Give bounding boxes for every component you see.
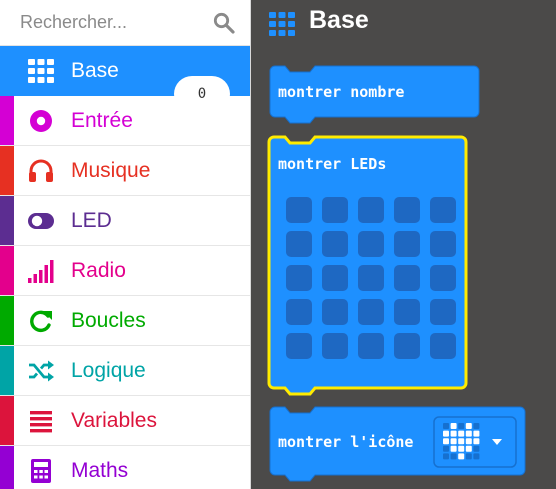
led-cell[interactable] bbox=[358, 299, 384, 325]
led-cell[interactable] bbox=[322, 197, 348, 223]
heart-icon bbox=[443, 423, 480, 460]
led-cell[interactable] bbox=[286, 265, 312, 291]
icon-pixel bbox=[443, 445, 449, 452]
icon-pixel bbox=[450, 430, 457, 437]
led-cell[interactable] bbox=[358, 231, 384, 257]
icon-pixel bbox=[458, 423, 465, 429]
led-cell[interactable] bbox=[430, 265, 456, 291]
led-cell[interactable] bbox=[322, 333, 348, 359]
led-cell[interactable] bbox=[322, 231, 348, 257]
show-number-label: montrer nombre bbox=[278, 83, 405, 101]
icon-pixel bbox=[458, 430, 465, 437]
show-leds-label: montrer LEDs bbox=[278, 155, 387, 173]
led-cell[interactable] bbox=[286, 299, 312, 325]
led-cell[interactable] bbox=[394, 231, 420, 257]
icon-pixel bbox=[473, 453, 480, 460]
chevron-down-icon bbox=[492, 439, 502, 445]
icon-pixel bbox=[450, 438, 457, 445]
icon-pixel bbox=[473, 438, 480, 445]
led-cell[interactable] bbox=[358, 333, 384, 359]
number-input[interactable]: 0 bbox=[174, 76, 230, 112]
led-cell[interactable] bbox=[394, 333, 420, 359]
led-cell[interactable] bbox=[322, 265, 348, 291]
led-cell[interactable] bbox=[358, 265, 384, 291]
led-cell[interactable] bbox=[322, 299, 348, 325]
icon-pixel bbox=[450, 423, 457, 429]
led-cell[interactable] bbox=[430, 197, 456, 223]
icon-pixel bbox=[450, 453, 457, 460]
led-cell[interactable] bbox=[430, 299, 456, 325]
icon-pixel bbox=[473, 423, 480, 429]
icon-pixel bbox=[465, 423, 472, 429]
icon-pixel bbox=[443, 430, 449, 437]
icon-pixel bbox=[473, 445, 480, 452]
led-cell[interactable] bbox=[394, 299, 420, 325]
led-cell[interactable] bbox=[394, 197, 420, 223]
icon-pixel bbox=[458, 438, 465, 445]
icon-pixel bbox=[473, 430, 480, 437]
icon-pixel bbox=[443, 453, 449, 460]
led-cell[interactable] bbox=[430, 231, 456, 257]
icon-pixel bbox=[443, 423, 449, 429]
icon-pixel bbox=[450, 445, 457, 452]
icon-pixel bbox=[465, 438, 472, 445]
led-cell[interactable] bbox=[286, 333, 312, 359]
icon-pixel bbox=[465, 445, 472, 452]
icon-dropdown[interactable] bbox=[433, 416, 517, 468]
led-cell[interactable] bbox=[430, 333, 456, 359]
show-icon-label: montrer l'icône bbox=[278, 433, 414, 451]
icon-pixel bbox=[458, 453, 465, 460]
led-cell[interactable] bbox=[286, 197, 312, 223]
icon-pixel bbox=[465, 430, 472, 437]
icon-pixel bbox=[458, 445, 465, 452]
led-cell[interactable] bbox=[358, 197, 384, 223]
led-cell[interactable] bbox=[394, 265, 420, 291]
icon-pixel bbox=[443, 438, 449, 445]
icon-pixel bbox=[465, 453, 472, 460]
led-cell[interactable] bbox=[286, 231, 312, 257]
